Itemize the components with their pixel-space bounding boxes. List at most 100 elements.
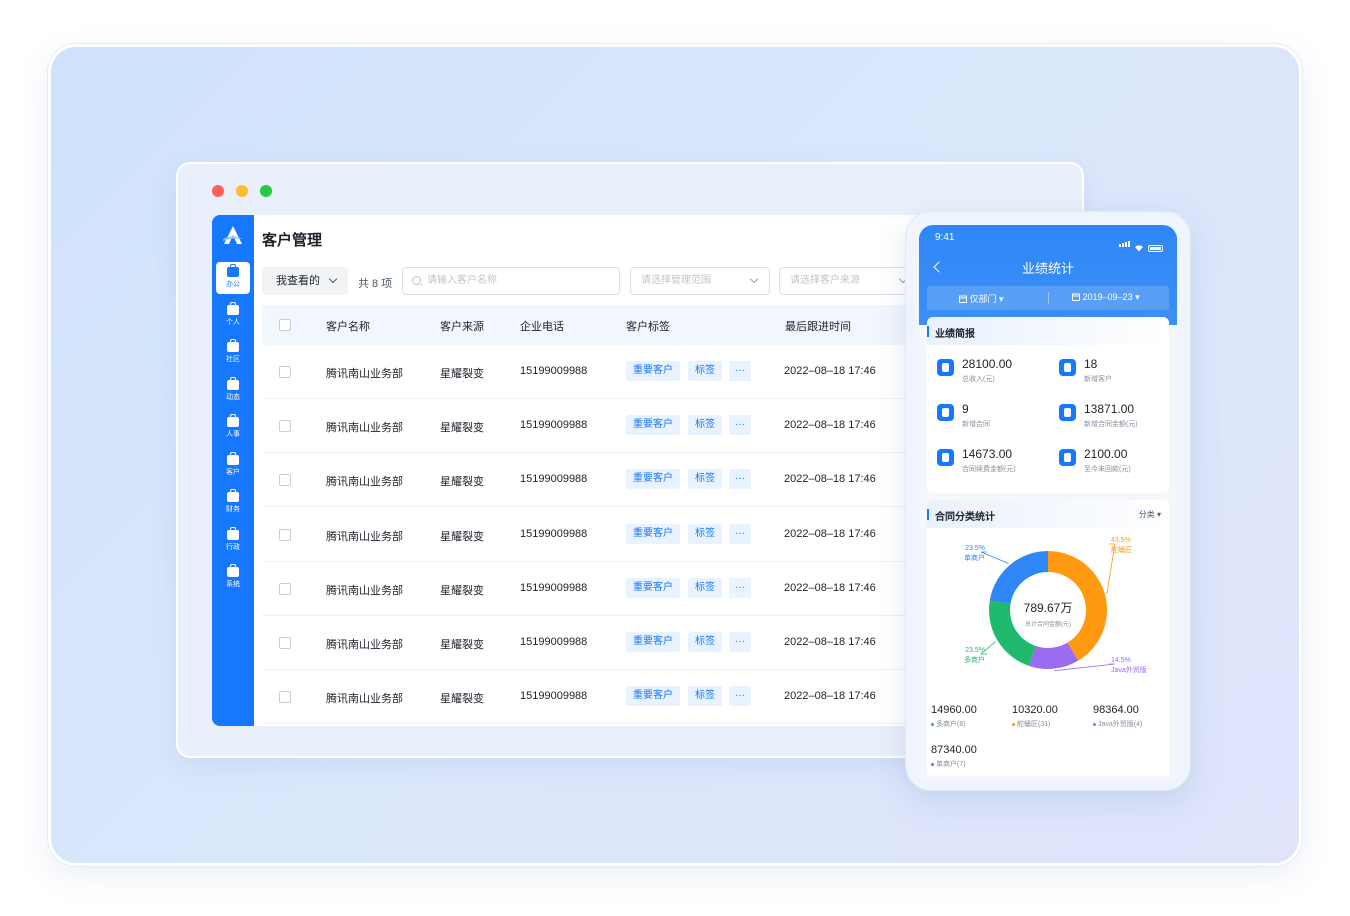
sidebar-item-3[interactable]: 动态 xyxy=(216,375,250,407)
customer-name-cell: 腾讯南山业务部 xyxy=(326,584,403,597)
window-controls xyxy=(212,185,272,197)
summary-value: 98364.00 xyxy=(1093,704,1139,716)
sidebar-item-label: 个人 xyxy=(226,318,240,326)
row-checkbox[interactable] xyxy=(279,582,291,595)
sidebar-item-label: 系统 xyxy=(226,581,240,588)
sidebar-item-label: 办公 xyxy=(226,281,240,288)
summary-value: 87340.00 xyxy=(931,744,977,756)
more-tags-button[interactable]: ··· xyxy=(729,415,751,436)
sidebar-item-8[interactable]: 系统 xyxy=(216,562,250,594)
summary-label: Java外贸版(4) xyxy=(1093,719,1142,729)
view-filter-dropdown[interactable]: 我查看的 xyxy=(262,267,348,295)
tag-important[interactable]: 重要客户 xyxy=(626,415,680,436)
column-header-name: 客户名称 xyxy=(326,321,370,333)
briefcase-icon xyxy=(227,264,239,277)
tag-important[interactable]: 重要客户 xyxy=(626,469,680,490)
kpi-label: 总收入(元) xyxy=(962,376,995,383)
select-all-checkbox[interactable] xyxy=(279,319,291,331)
customer-name-cell: 腾讯南山业务部 xyxy=(326,530,403,543)
tag-important[interactable]: 重要客户 xyxy=(626,577,680,598)
more-tags-button[interactable]: ··· xyxy=(729,361,751,381)
legend-dot xyxy=(1012,722,1015,726)
page-title: 客户管理 xyxy=(262,232,323,249)
sidebar-item-5[interactable]: 客户 xyxy=(216,450,250,482)
tag-label[interactable]: 标签 xyxy=(688,361,722,381)
tag-important[interactable]: 重要客户 xyxy=(626,361,680,381)
kpi-label: 至今未回款(元) xyxy=(1084,466,1131,473)
customer-name-cell: 腾讯南山业务部 xyxy=(326,368,403,380)
sidebar-item-4[interactable]: 人事 xyxy=(216,412,250,444)
more-tags-button[interactable]: ··· xyxy=(729,686,751,707)
classify-label: 分类 xyxy=(1138,510,1155,519)
tag-label[interactable]: 标签 xyxy=(688,415,722,436)
status-icons xyxy=(1118,234,1163,252)
minimize-window-button[interactable] xyxy=(236,185,248,197)
more-tags-button[interactable]: ··· xyxy=(729,469,751,490)
phone-cell: 15199009988 xyxy=(520,690,588,703)
customer-source-cell: 星耀裂变 xyxy=(440,530,484,543)
kpi-value: 28100.00 xyxy=(962,357,1013,371)
sidebar-item-1[interactable]: 个人 xyxy=(216,300,250,332)
app-logo-icon xyxy=(223,226,243,244)
donut-callout-line xyxy=(980,551,1009,564)
kpi-value: 13871.00 xyxy=(1084,402,1135,416)
phone-cell: 15199009988 xyxy=(520,581,588,594)
last-followup-cell: 2022–08–18 17:46 xyxy=(784,636,876,648)
scope-placeholder: 请选择管理范围 xyxy=(641,275,711,286)
search-placeholder: 请输入客户名称 xyxy=(427,275,497,286)
customer-name-cell: 腾讯南山业务部 xyxy=(326,693,403,706)
signal-icon xyxy=(1118,234,1130,252)
yen-icon xyxy=(1059,404,1076,421)
customer-search-input[interactable]: 请输入客户名称 xyxy=(402,267,620,295)
date-filter[interactable]: 2019–09–23 ▾ xyxy=(1072,292,1140,303)
briefcase-icon xyxy=(227,526,239,540)
dept-filter[interactable]: 仅部门 ▾ xyxy=(959,292,1004,305)
briefcase-icon xyxy=(227,564,239,577)
tag-label[interactable]: 标签 xyxy=(688,632,722,652)
donut-center-label: 总计合同金额(元) xyxy=(1025,620,1071,628)
maximize-window-button[interactable] xyxy=(260,185,272,197)
more-tags-button[interactable]: ··· xyxy=(729,577,751,598)
scope-select[interactable]: 请选择管理范围 xyxy=(630,267,770,295)
sidebar-item-6[interactable]: 财务 xyxy=(216,487,250,519)
tag-important[interactable]: 重要客户 xyxy=(626,632,680,652)
row-checkbox[interactable] xyxy=(279,474,291,487)
customer-name-cell: 腾讯南山业务部 xyxy=(326,639,403,651)
summary-label-text: 单商户(7) xyxy=(936,761,966,768)
donut-percent-label: 14.5% xyxy=(1111,657,1131,664)
sidebar-item-2[interactable]: 社区 xyxy=(216,337,250,369)
contract-stats-header: 合同分类统计 分类 ▾ xyxy=(927,500,1169,528)
sidebar-item-7[interactable]: 行政 xyxy=(216,525,250,557)
contract-stats-card: 合同分类统计 分类 ▾ 789.67万 总计合同金额(元) 43.5% 舵蛹匠 14.5… xyxy=(927,500,1169,776)
tag-important[interactable]: 重要客户 xyxy=(626,686,680,707)
more-tags-button[interactable]: ··· xyxy=(729,632,751,652)
donut-percent-label: 23.5% xyxy=(965,545,985,552)
donut-category-label: 单商户 xyxy=(964,553,985,562)
kpi-label: 新增客户 xyxy=(1084,376,1112,383)
tag-label[interactable]: 标签 xyxy=(688,469,722,490)
search-icon xyxy=(412,276,421,285)
item-count: 共 8 项 xyxy=(358,278,393,290)
row-checkbox[interactable] xyxy=(279,528,291,541)
row-checkbox[interactable] xyxy=(279,691,291,704)
row-checkbox[interactable] xyxy=(279,366,291,378)
sidebar-item-0[interactable]: 办公 xyxy=(216,262,250,294)
donut-category-label: 多商户 xyxy=(964,655,985,664)
classify-dropdown[interactable]: 分类 ▾ xyxy=(1139,509,1161,520)
filter-divider xyxy=(1048,292,1049,304)
tag-label[interactable]: 标签 xyxy=(688,686,722,707)
tag-label[interactable]: 标签 xyxy=(688,523,722,544)
row-checkbox[interactable] xyxy=(279,420,291,433)
source-placeholder: 请选择客户来源 xyxy=(790,275,860,286)
tag-label[interactable]: 标签 xyxy=(688,577,722,598)
row-checkbox[interactable] xyxy=(279,637,291,649)
last-followup-cell: 2022–08–18 17:46 xyxy=(784,419,876,432)
sidebar-item-label: 财务 xyxy=(226,506,240,513)
tag-important[interactable]: 重要客户 xyxy=(626,523,680,544)
more-tags-button[interactable]: ··· xyxy=(729,523,751,544)
summary-value: 14960.00 xyxy=(931,704,977,716)
close-window-button[interactable] xyxy=(212,185,224,197)
source-select[interactable]: 请选择客户来源 xyxy=(779,267,919,295)
coins-icon xyxy=(1059,449,1076,466)
briefcase-icon xyxy=(227,376,239,390)
